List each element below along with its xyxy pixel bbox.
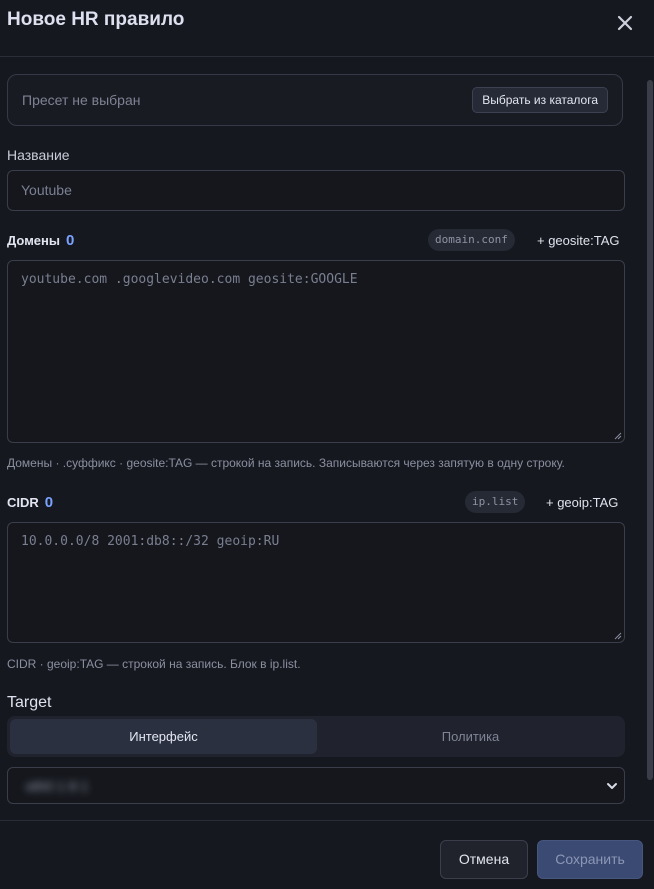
cancel-button[interactable]: Отмена: [440, 840, 528, 879]
save-button[interactable]: Сохранить: [537, 840, 643, 879]
resize-handle-icon[interactable]: [614, 432, 622, 440]
target-interface-select[interactable]: eth0 1 8 1: [7, 767, 625, 804]
tab-policy[interactable]: Политика: [319, 719, 622, 754]
domains-hint: Домены · .суффикс · geosite:TAG — строко…: [7, 456, 565, 470]
dialog-footer: Отмена Сохранить: [0, 820, 654, 889]
name-label: Название: [7, 147, 70, 163]
chevron-down-icon: [607, 783, 617, 789]
choose-from-catalog-button[interactable]: Выбрать из каталога: [472, 87, 608, 113]
domains-title: Домены 0: [7, 232, 74, 249]
domains-count: 0: [66, 232, 75, 249]
cidr-title: CIDR 0: [7, 494, 53, 511]
target-label: Target: [7, 694, 52, 711]
add-geoip-link[interactable]: + geoip:TAG: [546, 495, 618, 510]
name-input[interactable]: Youtube: [7, 170, 625, 211]
target-select-value: eth0 1 8 1: [26, 778, 89, 794]
cidr-textarea-placeholder: 10.0.0.0/8 2001:db8::/32 geoip:RU: [21, 534, 280, 549]
cidr-textarea[interactable]: 10.0.0.0/8 2001:db8::/32 geoip:RU: [7, 522, 625, 643]
close-icon: [617, 15, 633, 31]
preset-placeholder: Пресет не выбран: [22, 92, 141, 108]
add-geosite-link[interactable]: + geosite:TAG: [537, 233, 620, 248]
domains-textarea-placeholder: youtube.com .googlevideo.com geosite:GOO…: [21, 272, 358, 287]
domains-title-text: Домены: [7, 233, 60, 248]
domains-file-chip: domain.conf: [428, 229, 515, 251]
dialog-title: Новое HR правило: [7, 9, 185, 30]
preset-box: Пресет не выбран Выбрать из каталога: [7, 74, 623, 126]
cidr-title-text: CIDR: [7, 495, 39, 510]
tab-interface[interactable]: Интерфейс: [10, 719, 317, 754]
target-segmented-control: Интерфейс Политика: [7, 716, 625, 757]
name-input-placeholder: Youtube: [21, 182, 72, 198]
cidr-count: 0: [44, 494, 54, 511]
cidr-file-chip: ip.list: [465, 491, 526, 513]
scrollbar[interactable]: [647, 80, 653, 780]
close-button[interactable]: [612, 10, 638, 36]
domains-textarea[interactable]: youtube.com .googlevideo.com geosite:GOO…: [7, 260, 625, 443]
dialog-header: Новое HR правило: [0, 0, 654, 57]
cidr-hint: CIDR · geoip:TAG — строкой на запись. Бл…: [7, 657, 301, 671]
resize-handle-icon[interactable]: [614, 632, 622, 640]
